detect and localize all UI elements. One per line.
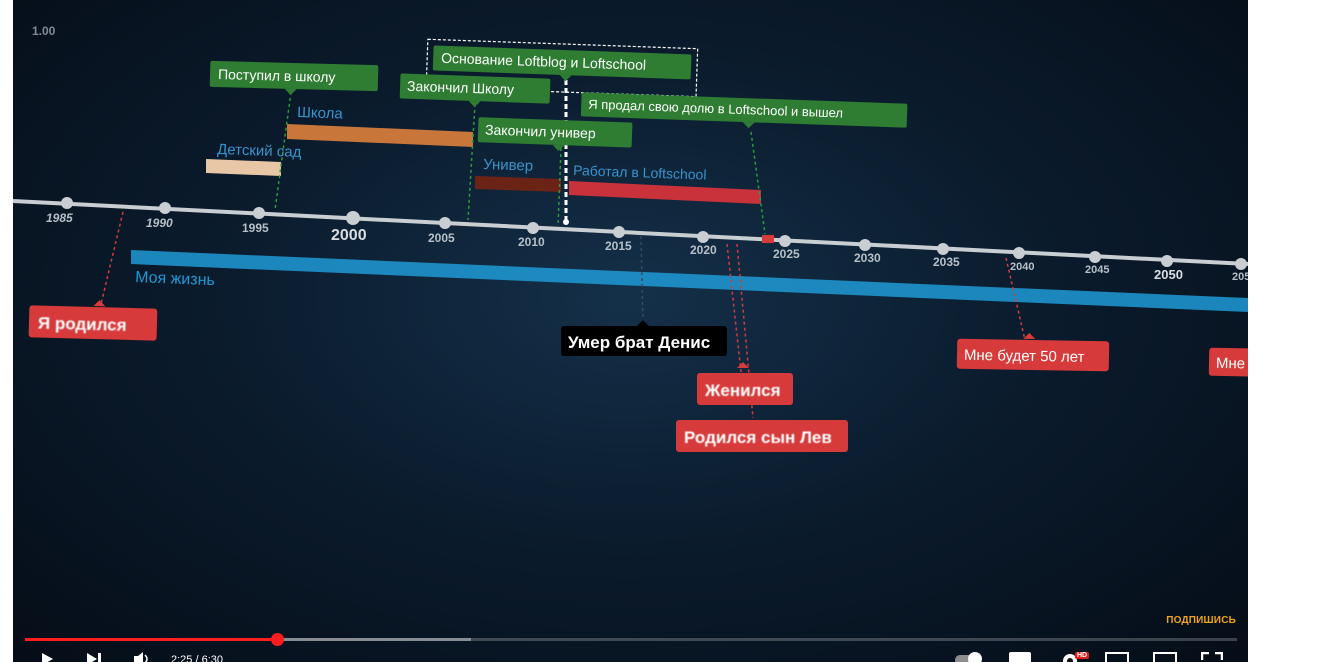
year-dot-1990 xyxy=(159,202,171,214)
playback-speed-label: 1.00 xyxy=(32,24,56,38)
year-label-2005: 2005 xyxy=(428,231,455,245)
founded-marker xyxy=(563,219,569,225)
year-dot-2000 xyxy=(346,211,360,225)
tag-finished-school: Закончил Школу xyxy=(399,73,551,108)
loftschool-work-label: Работал в Loftschool xyxy=(573,162,707,183)
year-dot-2010 xyxy=(527,222,539,234)
video-frame: Моя жизнь 1985 1990 1995 2000 2005 2010 … xyxy=(13,38,1248,452)
year-label-2045: 2045 xyxy=(1085,264,1109,276)
connector-born xyxy=(100,211,124,305)
tag-fifty-label: Мне будет 50 лет xyxy=(964,347,1085,366)
year-label-1995: 1995 xyxy=(242,221,269,235)
year-dot-1985 xyxy=(61,197,73,209)
tag-born-label: Я родился xyxy=(38,314,127,335)
tag-brother-died: Умер брат Денис xyxy=(561,320,727,356)
loftschool-exit-marker xyxy=(762,235,774,243)
hd-badge: HD xyxy=(1075,652,1090,659)
year-label-2030: 2030 xyxy=(854,251,881,265)
year-label-2000: 2000 xyxy=(331,227,367,244)
connector-finished-school xyxy=(467,103,476,221)
tag-entered-school: Поступил в школу xyxy=(209,60,379,95)
tag-cut-label: Мне xyxy=(1216,355,1245,373)
year-dot-2050 xyxy=(1161,255,1173,267)
year-dot-2055 xyxy=(1235,258,1247,270)
year-label-2010: 2010 xyxy=(518,235,545,249)
kindergarten-label: Детский сад xyxy=(217,141,302,161)
tag-cut: Мне xyxy=(1208,347,1248,377)
tag-married: Женился xyxy=(697,362,793,405)
connector-sold-share xyxy=(750,131,766,235)
year-dot-1995 xyxy=(253,207,265,219)
subtitles-icon[interactable] xyxy=(1009,652,1031,662)
year-dot-2020 xyxy=(697,231,709,243)
autoplay-toggle-icon[interactable] xyxy=(955,652,987,662)
univer-bar xyxy=(475,176,561,192)
fullscreen-icon[interactable] xyxy=(1201,652,1223,662)
school-label: Школа xyxy=(297,104,344,123)
tag-finished-univer: Закончил универ xyxy=(477,117,633,152)
progress-scrubber[interactable] xyxy=(271,633,285,646)
year-dot-2015 xyxy=(613,226,625,238)
year-label-2055: 2055 xyxy=(1232,271,1248,283)
volume-icon[interactable] xyxy=(133,652,151,662)
connector-brother xyxy=(640,235,644,326)
tag-born: Я родился xyxy=(28,300,158,341)
tag-brother-died-label: Умер брат Денис xyxy=(568,333,710,352)
year-label-2050: 2050 xyxy=(1154,267,1183,282)
life-bar-label: Моя жизнь xyxy=(135,269,215,289)
next-icon[interactable] xyxy=(86,652,104,662)
tag-entered-school-label: Поступил в школу xyxy=(218,66,336,85)
year-dot-2025 xyxy=(779,235,791,247)
progress-bar[interactable] xyxy=(25,633,1237,646)
school-bar xyxy=(287,124,473,147)
video-player[interactable]: Моя жизнь 1985 1990 1995 2000 2005 2010 … xyxy=(13,0,1248,662)
year-dot-2045 xyxy=(1089,251,1101,263)
year-dot-2035 xyxy=(937,243,949,255)
year-label-1990: 1990 xyxy=(146,216,173,230)
loftschool-work-bar xyxy=(569,181,761,204)
progress-played xyxy=(25,638,278,641)
year-label-2040: 2040 xyxy=(1010,261,1034,273)
tag-son-born: Родился сын Лев xyxy=(676,420,848,452)
subscribe-watermark[interactable]: ПОДПИШИСЬ xyxy=(1166,615,1236,626)
miniplayer-icon[interactable] xyxy=(1105,652,1129,662)
play-icon[interactable] xyxy=(40,652,54,662)
year-label-1985: 1985 xyxy=(46,211,73,225)
time-display: 2:25 / 6:30 xyxy=(171,654,223,662)
year-dot-2030 xyxy=(859,239,871,251)
year-label-2015: 2015 xyxy=(605,239,632,253)
tag-son-born-label: Родился сын Лев xyxy=(684,428,832,447)
kindergarten-bar xyxy=(206,159,281,176)
life-bar xyxy=(131,250,1248,312)
year-dot-2005 xyxy=(439,217,451,229)
theater-icon[interactable] xyxy=(1153,652,1177,662)
tag-married-label: Женился xyxy=(704,381,781,400)
year-label-2035: 2035 xyxy=(933,255,960,269)
tag-fifty: Мне будет 50 лет xyxy=(956,332,1110,372)
year-label-2020: 2020 xyxy=(690,243,717,257)
univer-label: Универ xyxy=(483,156,534,175)
year-label-2025: 2025 xyxy=(773,247,800,261)
year-dot-2040 xyxy=(1013,247,1025,259)
